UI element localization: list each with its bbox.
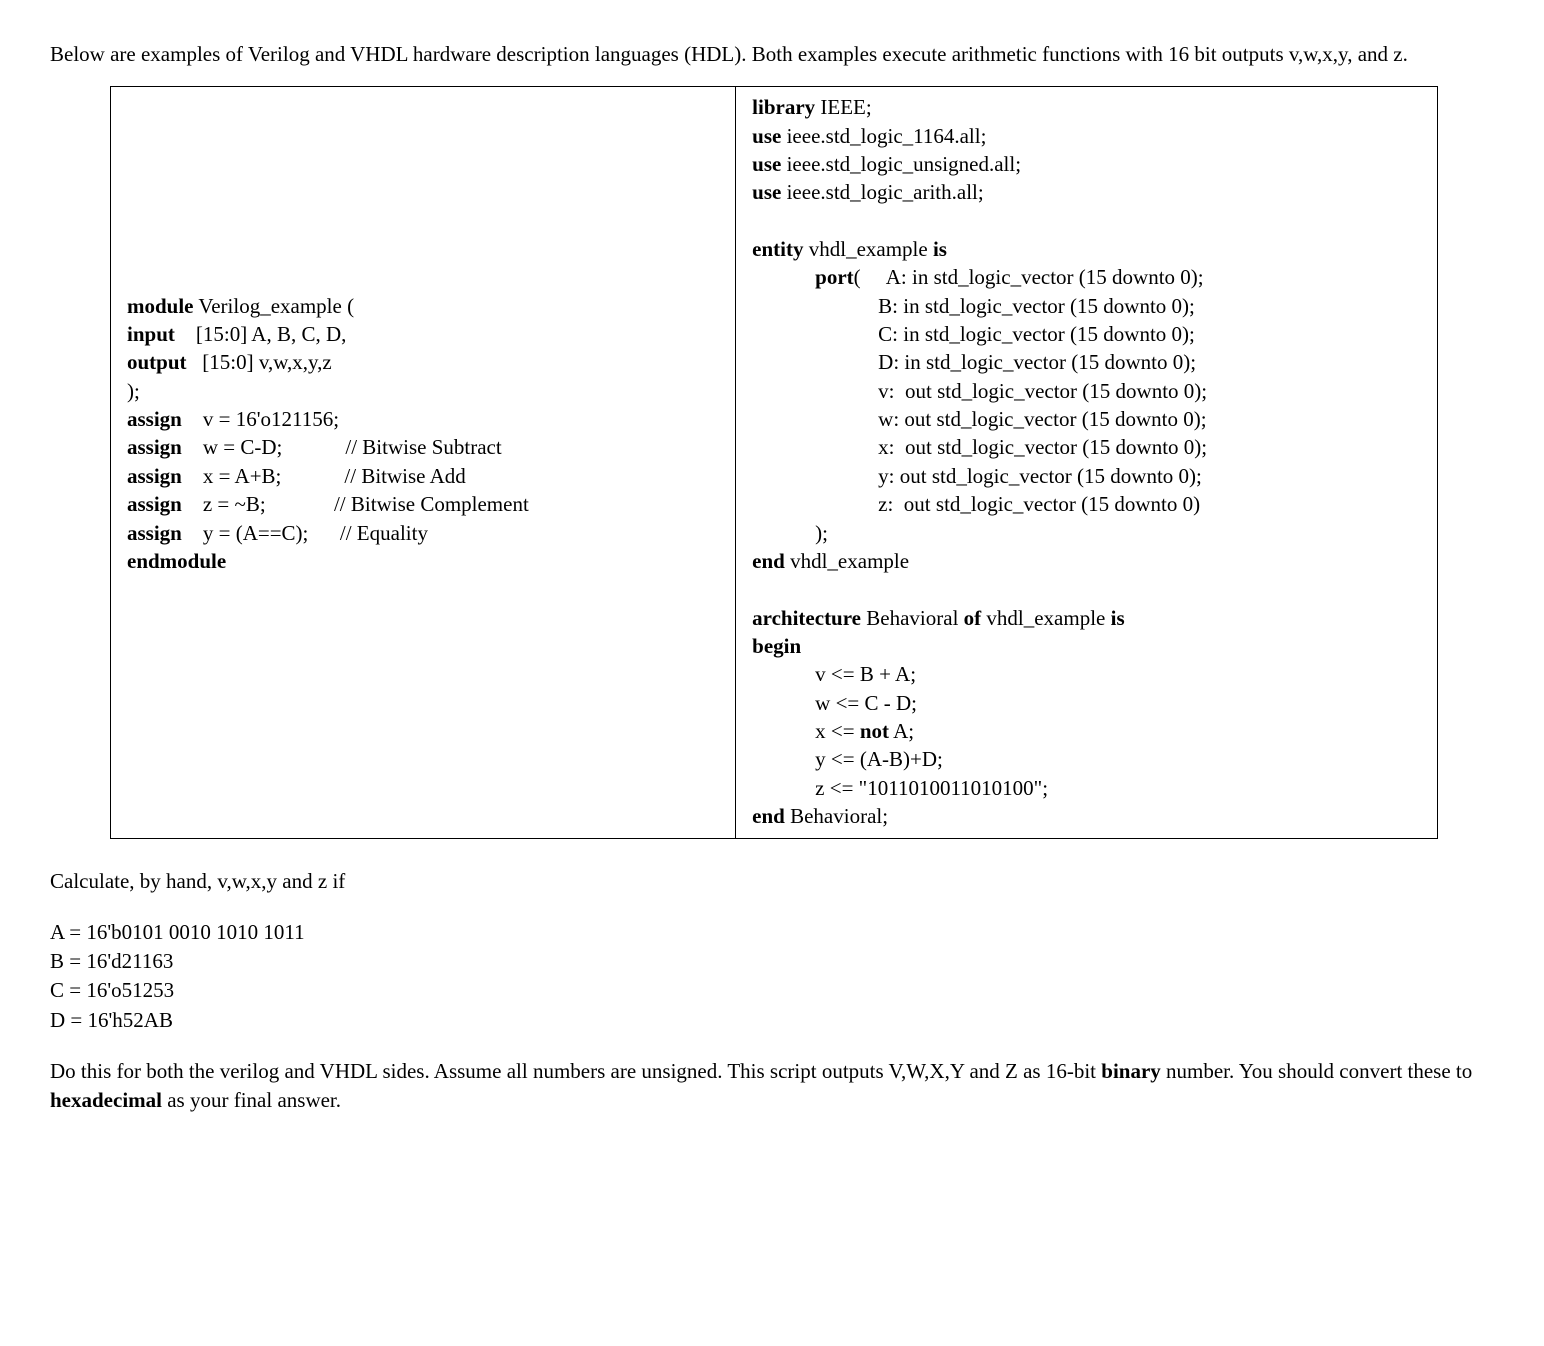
kw-architecture: architecture [752, 606, 861, 630]
value-a: A = 16'b0101 0010 1010 1011 [50, 918, 1494, 947]
text: y <= (A-B)+D; [752, 747, 943, 771]
kw-library: library [752, 95, 815, 119]
text: D: in std_logic_vector (15 downto 0); [752, 350, 1196, 374]
value-d: D = 16'h52AB [50, 1006, 1494, 1035]
text: IEEE; [815, 95, 872, 119]
kw-port: port [815, 265, 854, 289]
text: w = C-D; // Bitwise Subtract [182, 435, 502, 459]
text: v: out std_logic_vector (15 downto 0); [752, 379, 1207, 403]
kw-output: output [127, 350, 187, 374]
text: C: in std_logic_vector (15 downto 0); [752, 322, 1195, 346]
text: A; [889, 719, 914, 743]
text: ); [127, 379, 140, 403]
text: B: in std_logic_vector (15 downto 0); [752, 294, 1195, 318]
kw-assign: assign [127, 492, 182, 516]
text: Behavioral [861, 606, 964, 630]
kw-of: of [964, 606, 982, 630]
kw-entity: entity [752, 237, 803, 261]
code-table: module Verilog_example ( input [15:0] A,… [110, 86, 1438, 839]
kw-use: use [752, 152, 781, 176]
text: vhdl_example [981, 606, 1110, 630]
bold-hex: hexadecimal [50, 1088, 162, 1112]
text: v <= B + A; [752, 662, 916, 686]
kw-assign: assign [127, 464, 182, 488]
text: Behavioral; [785, 804, 888, 828]
text: vhdl_example [803, 237, 932, 261]
kw-module: module [127, 294, 194, 318]
kw-use: use [752, 180, 781, 204]
text: x: out std_logic_vector (15 downto 0); [752, 435, 1207, 459]
kw-end: end [752, 804, 785, 828]
text: number. You should convert these to [1161, 1059, 1472, 1083]
kw-assign: assign [127, 407, 182, 431]
verilog-code: module Verilog_example ( input [15:0] A,… [127, 93, 723, 575]
text: ieee.std_logic_unsigned.all; [781, 152, 1021, 176]
value-c: C = 16'o51253 [50, 976, 1494, 1005]
text: [15:0] v,w,x,y,z [187, 350, 332, 374]
kw-begin: begin [752, 634, 801, 658]
text: vhdl_example [785, 549, 909, 573]
kw-input: input [127, 322, 175, 346]
text: x = A+B; // Bitwise Add [182, 464, 466, 488]
text: w: out std_logic_vector (15 downto 0); [752, 407, 1206, 431]
text: w <= C - D; [752, 691, 917, 715]
text: ieee.std_logic_1164.all; [781, 124, 986, 148]
bold-binary: binary [1101, 1059, 1161, 1083]
kw-is: is [1111, 606, 1125, 630]
text: x <= [752, 719, 860, 743]
text: ieee.std_logic_arith.all; [781, 180, 983, 204]
text: y: out std_logic_vector (15 downto 0); [752, 464, 1202, 488]
text: as your final answer. [162, 1088, 341, 1112]
kw-assign: assign [127, 521, 182, 545]
vhdl-code: library IEEE; use ieee.std_logic_1164.al… [752, 93, 1425, 830]
text [752, 265, 815, 289]
question-line: Calculate, by hand, v,w,x,y and z if [50, 867, 1494, 895]
text: y = (A==C); // Equality [182, 521, 428, 545]
kw-not: not [860, 719, 889, 743]
kw-end: end [752, 549, 785, 573]
text: Do this for both the verilog and VHDL si… [50, 1059, 1101, 1083]
text: Verilog_example ( [194, 294, 355, 318]
text: v = 16'o121156; [182, 407, 339, 431]
text: ); [752, 521, 828, 545]
verilog-cell: module Verilog_example ( input [15:0] A,… [111, 87, 736, 839]
final-instruction: Do this for both the verilog and VHDL si… [50, 1057, 1494, 1114]
kw-use: use [752, 124, 781, 148]
text: ( A: in std_logic_vector (15 downto 0); [854, 265, 1204, 289]
text: [15:0] A, B, C, D, [175, 322, 347, 346]
value-b: B = 16'd21163 [50, 947, 1494, 976]
text: z = ~B; // Bitwise Complement [182, 492, 529, 516]
kw-is: is [933, 237, 947, 261]
intro-text: Below are examples of Verilog and VHDL h… [50, 40, 1494, 68]
kw-endmodule: endmodule [127, 549, 226, 573]
text: z <= "1011010011010100"; [752, 776, 1048, 800]
input-values: A = 16'b0101 0010 1010 1011 B = 16'd2116… [50, 918, 1494, 1036]
text: z: out std_logic_vector (15 downto 0) [752, 492, 1200, 516]
vhdl-cell: library IEEE; use ieee.std_logic_1164.al… [736, 87, 1438, 839]
kw-assign: assign [127, 435, 182, 459]
